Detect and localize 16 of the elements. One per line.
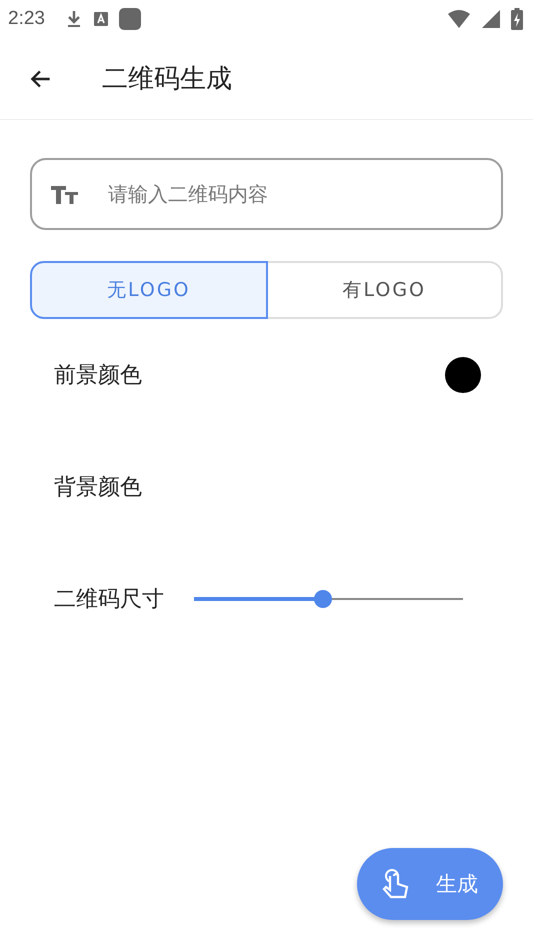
status-time: 2:23	[8, 8, 45, 30]
generate-button[interactable]: 生成	[357, 848, 503, 920]
setting-label: 前景颜色	[54, 362, 142, 390]
setting-label: 二维码尺寸	[54, 586, 164, 614]
logo-option-tab[interactable]: 有LOGO	[268, 261, 503, 319]
content-input-field[interactable]: 请输入二维码内容	[30, 158, 503, 230]
touch-icon	[382, 868, 410, 900]
logo-option-tab[interactable]: 无LOGO	[30, 261, 268, 319]
color-swatch[interactable]	[445, 357, 481, 393]
signal-icon	[481, 9, 501, 29]
wifi-icon	[447, 9, 471, 29]
battery-icon	[511, 8, 523, 30]
square-icon	[118, 8, 141, 30]
page-title: 二维码生成	[102, 63, 232, 96]
setting-label: 背景颜色	[54, 474, 142, 502]
app-notification-icon	[92, 11, 109, 27]
